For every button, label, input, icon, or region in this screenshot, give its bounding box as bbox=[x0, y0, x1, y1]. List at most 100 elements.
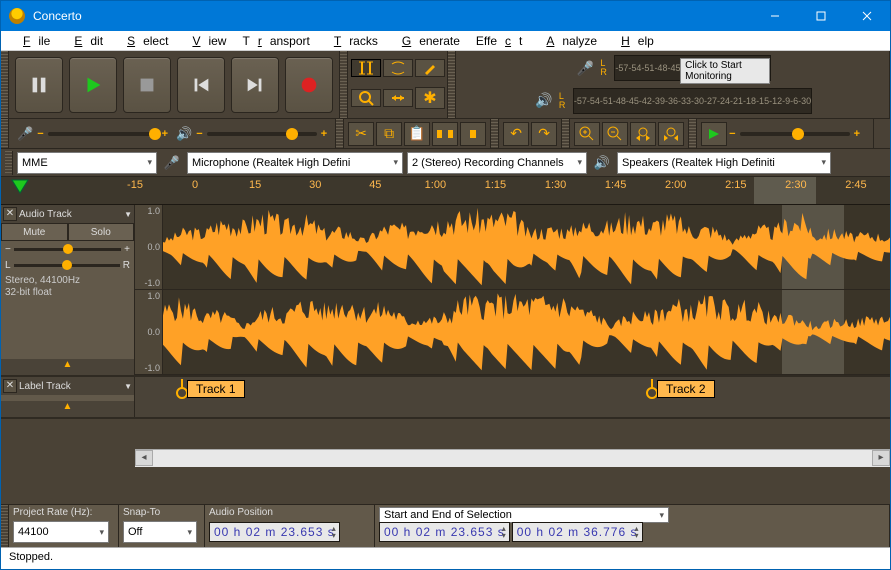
status-bar: Stopped. bbox=[1, 547, 890, 569]
label-text[interactable]: Track 1 bbox=[187, 380, 245, 398]
toolbar-grip[interactable] bbox=[448, 51, 456, 118]
menu-tracks[interactable]: Tracks bbox=[318, 32, 386, 50]
label-marker[interactable]: Track 1 bbox=[175, 379, 245, 399]
mute-button[interactable]: Mute bbox=[1, 223, 68, 241]
draw-tool[interactable] bbox=[415, 59, 445, 77]
recording-channels-select[interactable]: 2 (Stereo) Recording Channels▾ bbox=[407, 152, 587, 174]
waveform-left[interactable] bbox=[163, 205, 890, 289]
fit-project-button[interactable] bbox=[658, 122, 684, 146]
record-meter[interactable]: -57-54-51-48-45-42-3 Click to Start Moni… bbox=[614, 55, 770, 81]
track-name[interactable]: Label Track bbox=[19, 381, 122, 392]
toolbar-grip[interactable] bbox=[1, 119, 9, 148]
pause-button[interactable] bbox=[15, 57, 63, 113]
project-rate-select[interactable]: 44100▾ bbox=[13, 521, 109, 543]
stop-button[interactable] bbox=[123, 57, 171, 113]
menu-select[interactable]: Select bbox=[111, 32, 176, 50]
track-menu-button[interactable]: ▼ bbox=[124, 210, 132, 219]
timeshift-tool[interactable] bbox=[383, 89, 413, 107]
toolbar-grip[interactable] bbox=[1, 505, 9, 547]
label-text[interactable]: Track 2 bbox=[657, 380, 715, 398]
recording-device-select[interactable]: Microphone (Realtek High Defini▾ bbox=[187, 152, 403, 174]
redo-button[interactable]: ↷ bbox=[531, 122, 557, 146]
menu-generate[interactable]: Generate bbox=[386, 32, 468, 50]
selection-start-field[interactable]: 00 h 02 m 23.653 s▴▾ bbox=[379, 522, 510, 542]
copy-button[interactable]: ⧉ bbox=[376, 122, 402, 146]
project-rate-label: Project Rate (Hz): bbox=[13, 507, 114, 521]
horizontal-scrollbar[interactable]: ◂ ▸ bbox=[135, 449, 890, 467]
menu-view[interactable]: View bbox=[176, 32, 234, 50]
scroll-left-button[interactable]: ◂ bbox=[135, 450, 153, 466]
playhead-icon[interactable] bbox=[11, 179, 29, 200]
audio-position-label: Audio Position bbox=[209, 507, 370, 521]
selection-tool[interactable] bbox=[351, 59, 381, 77]
app-icon bbox=[9, 8, 25, 24]
track-name[interactable]: Audio Track bbox=[19, 209, 122, 220]
playback-meter[interactable]: -57-54-51-48-45-42-39-36-33-30-27-24-21-… bbox=[573, 88, 812, 114]
maximize-button[interactable] bbox=[798, 1, 844, 31]
menu-help[interactable]: Help bbox=[605, 32, 662, 50]
record-button[interactable] bbox=[285, 57, 333, 113]
menu-edit[interactable]: Edit bbox=[58, 32, 111, 50]
amplitude-scale: 1.00.0-1.0 bbox=[135, 290, 163, 374]
track-close-button[interactable]: ✕ bbox=[3, 379, 17, 393]
toolbar-grip[interactable] bbox=[340, 51, 348, 118]
window-title: Concerto bbox=[33, 9, 752, 23]
label-strip[interactable]: Track 1 Track 2 bbox=[135, 377, 890, 417]
mic-icon: 🎤 bbox=[161, 155, 183, 171]
scroll-right-button[interactable]: ▸ bbox=[872, 450, 890, 466]
play-at-speed-button[interactable] bbox=[701, 122, 727, 146]
skip-end-button[interactable] bbox=[231, 57, 279, 113]
audio-host-select[interactable]: MME▾ bbox=[17, 152, 157, 174]
menu-transport[interactable]: Transport bbox=[234, 32, 317, 50]
toolbar-grip[interactable] bbox=[1, 51, 9, 118]
menu-effect[interactable]: Effect bbox=[468, 32, 530, 50]
toolbar-grip[interactable] bbox=[689, 119, 697, 148]
track-menu-button[interactable]: ▼ bbox=[124, 382, 132, 391]
silence-button[interactable] bbox=[460, 122, 486, 146]
undo-button[interactable]: ↶ bbox=[503, 122, 529, 146]
track-gain-slider[interactable]: −+ bbox=[1, 241, 134, 257]
solo-button[interactable]: Solo bbox=[68, 223, 135, 241]
waveform-right[interactable] bbox=[163, 290, 890, 374]
toolbar-grip[interactable] bbox=[491, 119, 499, 148]
track-collapse-button[interactable]: ▲ bbox=[1, 359, 134, 375]
playback-device-select[interactable]: Speakers (Realtek High Definiti▾ bbox=[617, 152, 831, 174]
meter-start-prompt[interactable]: Click to Start Monitoring bbox=[680, 58, 769, 84]
toolbar-grip[interactable] bbox=[5, 151, 13, 175]
menu-analyze[interactable]: Analyze bbox=[530, 32, 605, 50]
close-button[interactable] bbox=[844, 1, 890, 31]
skip-start-button[interactable] bbox=[177, 57, 225, 113]
paste-button[interactable]: 📋 bbox=[404, 122, 430, 146]
track-control-panel[interactable]: ✕ Label Track ▼ ▲ bbox=[1, 377, 135, 417]
track-pan-slider[interactable]: LR bbox=[1, 257, 134, 273]
menu-file[interactable]: File bbox=[7, 32, 58, 50]
fit-selection-button[interactable] bbox=[630, 122, 656, 146]
timeline-ruler[interactable]: -1501530451:001:151:301:452:002:152:302:… bbox=[1, 177, 890, 205]
record-volume-slider[interactable]: 🎤− + bbox=[17, 126, 168, 142]
playback-volume-slider[interactable]: 🔊− + bbox=[176, 126, 327, 142]
selection-end-field[interactable]: 00 h 02 m 36.776 s▴▾ bbox=[512, 522, 643, 542]
snap-to-select[interactable]: Off▾ bbox=[123, 521, 197, 543]
trim-button[interactable] bbox=[432, 122, 458, 146]
speaker-icon: 🔊 bbox=[176, 126, 192, 142]
cut-button[interactable]: ✂ bbox=[348, 122, 374, 146]
toolbar-grip[interactable] bbox=[562, 119, 570, 148]
label-marker[interactable]: Track 2 bbox=[645, 379, 715, 399]
track-control-panel[interactable]: ✕ Audio Track ▼ Mute Solo −+ LR Stereo, … bbox=[1, 205, 135, 375]
meter-lr-label: LR bbox=[600, 59, 610, 77]
track-collapse-button[interactable]: ▲ bbox=[1, 401, 134, 417]
multi-tool[interactable]: ✱ bbox=[415, 87, 445, 109]
envelope-tool[interactable] bbox=[383, 59, 413, 77]
track-close-button[interactable]: ✕ bbox=[3, 207, 17, 221]
minimize-button[interactable] bbox=[752, 1, 798, 31]
zoom-tool[interactable] bbox=[351, 89, 381, 107]
audio-position-field[interactable]: 00 h 02 m 23.653 s▴▾ bbox=[209, 522, 340, 542]
speaker-icon[interactable]: 🔊 bbox=[533, 92, 555, 109]
play-button[interactable] bbox=[69, 57, 117, 113]
zoom-in-button[interactable] bbox=[574, 122, 600, 146]
zoom-out-button[interactable] bbox=[602, 122, 628, 146]
speaker-icon: 🔊 bbox=[591, 155, 613, 171]
toolbar-grip[interactable] bbox=[336, 119, 344, 148]
playback-speed-slider[interactable]: −+ bbox=[729, 128, 869, 140]
mic-icon[interactable]: 🎤 bbox=[574, 60, 596, 77]
